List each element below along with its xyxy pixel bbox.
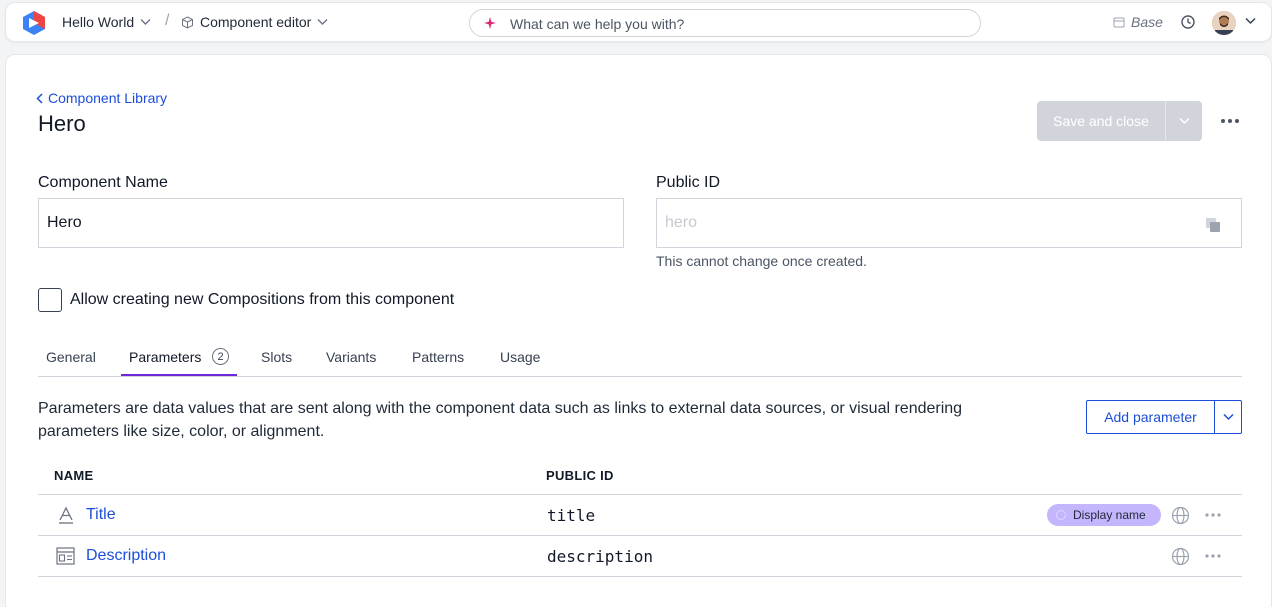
table-row-divider: [38, 576, 1242, 577]
globe-icon[interactable]: [1171, 506, 1190, 525]
cube-icon: [182, 15, 193, 29]
chevron-left-icon: [36, 92, 43, 104]
tab-usage[interactable]: Usage: [500, 349, 540, 365]
tab-patterns[interactable]: Patterns: [412, 349, 464, 365]
search-placeholder: What can we help you with?: [510, 16, 685, 32]
tab-general[interactable]: General: [46, 349, 96, 365]
parameter-name-link[interactable]: Description: [86, 547, 166, 565]
parameter-public-id: title: [547, 506, 596, 525]
editor-switcher[interactable]: Component editor: [181, 14, 328, 30]
environment-indicator[interactable]: Base: [1113, 14, 1163, 30]
avatar[interactable]: [1212, 11, 1236, 35]
top-bar: Hello World / Component editor What can …: [5, 2, 1272, 42]
display-name-badge: Display name: [1047, 504, 1161, 526]
sparkle-icon: [484, 17, 496, 29]
save-options-dropdown[interactable]: [1166, 101, 1202, 141]
row-more-options-icon[interactable]: [1204, 549, 1222, 563]
table-row-divider: [38, 535, 1242, 536]
add-parameter-dropdown[interactable]: [1215, 401, 1241, 433]
project-name: Hello World: [62, 14, 135, 30]
parameter-public-id: description: [547, 547, 653, 566]
column-header-public-id: PUBLIC ID: [546, 468, 614, 483]
component-name-input[interactable]: Hero: [38, 198, 624, 248]
chevron-down-icon[interactable]: [1245, 17, 1256, 25]
parameters-count-badge: 2: [212, 348, 229, 365]
tab-parameters[interactable]: Parameters: [129, 349, 201, 365]
page-title: Hero: [38, 111, 86, 136]
chevron-down-icon: [140, 18, 151, 26]
chevron-down-icon: [1222, 413, 1234, 421]
allow-compositions-checkbox[interactable]: [38, 288, 62, 312]
editor-name: Component editor: [200, 14, 312, 30]
tab-slots[interactable]: Slots: [261, 349, 292, 365]
text-icon: [59, 506, 73, 524]
history-icon[interactable]: [1180, 14, 1196, 30]
badge-dot-icon: [1056, 510, 1066, 520]
add-parameter-button[interactable]: Add parameter: [1086, 400, 1242, 434]
globe-icon[interactable]: [1171, 547, 1190, 566]
public-id-hint: This cannot change once created.: [656, 253, 867, 269]
add-parameter-label[interactable]: Add parameter: [1087, 401, 1215, 433]
row-more-options-icon[interactable]: [1204, 508, 1222, 522]
component-name-label: Component Name: [38, 174, 168, 191]
copy-icon[interactable]: [1205, 217, 1221, 233]
parameter-name-link[interactable]: Title: [86, 506, 116, 524]
app-logo-icon[interactable]: [20, 9, 48, 37]
public-id-input: hero: [656, 198, 1242, 248]
project-switcher[interactable]: Hello World: [62, 14, 151, 30]
chevron-down-icon: [1178, 117, 1190, 125]
chevron-down-icon: [317, 18, 328, 26]
more-options-icon[interactable]: [1219, 113, 1241, 129]
active-tab-indicator: [121, 374, 237, 376]
tabs-divider: [38, 376, 1242, 377]
badge-label: Display name: [1073, 508, 1146, 522]
allow-compositions-label[interactable]: Allow creating new Compositions from thi…: [70, 291, 454, 309]
breadcrumb-separator: /: [165, 12, 170, 29]
save-and-close-button[interactable]: Save and close: [1037, 101, 1202, 141]
parameters-description: Parameters are data values that are sent…: [38, 400, 963, 440]
tab-variants[interactable]: Variants: [326, 349, 376, 365]
table-divider: [38, 494, 1242, 495]
calendar-icon: [1113, 17, 1125, 28]
back-to-library-link[interactable]: Component Library: [36, 90, 167, 106]
public-id-label: Public ID: [656, 174, 721, 191]
back-link-label: Component Library: [48, 90, 168, 106]
search-bar[interactable]: What can we help you with?: [469, 9, 981, 37]
rich-text-icon: [56, 547, 75, 565]
column-header-name: NAME: [54, 468, 94, 483]
save-button-label[interactable]: Save and close: [1037, 101, 1166, 141]
environment-label: Base: [1131, 14, 1163, 30]
